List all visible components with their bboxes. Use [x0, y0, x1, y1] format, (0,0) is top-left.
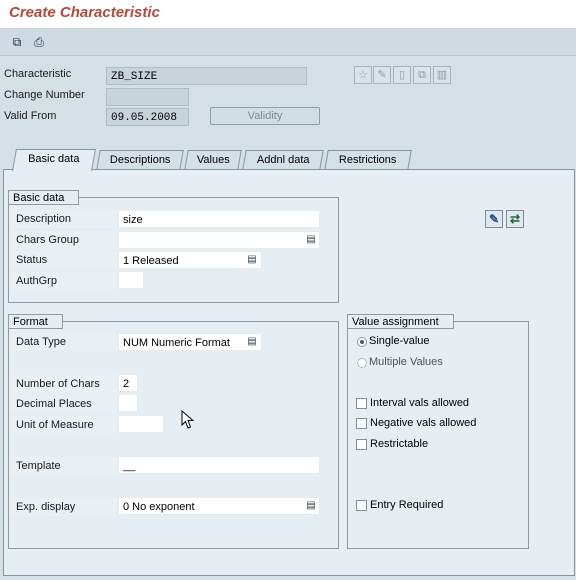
tab-label: Addnl data	[256, 154, 310, 166]
format-group-title: Format	[8, 314, 63, 329]
new-document-icon[interactable]: ▯	[393, 66, 411, 84]
basic-data-group-title: Basic data	[8, 190, 80, 205]
mouse-cursor-icon	[181, 410, 195, 429]
entry-required-checkbox[interactable]	[356, 500, 367, 511]
description-label: Description	[11, 210, 117, 228]
screen-title: Create Characteristic	[9, 4, 160, 21]
change-number-label: Change Number	[4, 89, 85, 101]
negative-vals-checkbox[interactable]	[356, 418, 367, 429]
value-help-icon[interactable]: ▤	[247, 253, 257, 267]
number-of-chars-label: Number of Chars	[11, 375, 117, 393]
description-field[interactable]: size	[118, 210, 320, 228]
interval-vals-checkbox[interactable]	[356, 398, 367, 409]
exp-display-label: Exp. display	[11, 498, 117, 516]
copy-icon[interactable]: ⧉	[413, 66, 431, 84]
negative-vals-label: Negative vals allowed	[370, 417, 477, 429]
interval-vals-label: Interval vals allowed	[370, 397, 470, 409]
tab-label: Descriptions	[109, 154, 171, 166]
multiple-values-label: Multiple Values	[369, 356, 443, 368]
value-help-icon[interactable]: ▤	[306, 233, 316, 247]
authgrp-label: AuthGrp	[11, 272, 117, 290]
template-field[interactable]: __	[118, 456, 320, 474]
unit-of-measure-label: Unit of Measure	[11, 416, 117, 434]
tab-values[interactable]: Values	[184, 150, 242, 170]
tab-addnl-data[interactable]: Addnl data	[242, 150, 324, 170]
chars-group-field[interactable]	[118, 231, 320, 249]
value-assignment-group-title: Value assignment	[347, 314, 454, 329]
characteristic-field[interactable]: ZB_SIZE	[106, 67, 307, 85]
other-object-icon[interactable]: ⧉	[8, 33, 26, 51]
single-value-label: Single-value	[369, 335, 430, 347]
tab-basic-data[interactable]: Basic data	[12, 149, 96, 171]
status-field[interactable]: 1 Released	[118, 251, 262, 269]
data-type-label: Data Type	[11, 333, 117, 351]
multiple-values-radio[interactable]	[357, 358, 367, 368]
exp-display-field[interactable]: 0 No exponent	[118, 497, 320, 515]
number-of-chars-field[interactable]: 2	[118, 374, 138, 392]
template-label: Template	[11, 457, 117, 475]
tab-descriptions[interactable]: Descriptions	[96, 150, 184, 170]
data-type-field[interactable]: NUM Numeric Format	[118, 333, 262, 351]
status-label: Status	[11, 251, 117, 269]
decimal-places-label: Decimal Places	[11, 395, 117, 413]
validity-button[interactable]: Validity	[210, 107, 320, 125]
authgrp-field[interactable]	[118, 271, 144, 289]
tab-label: Restrictions	[339, 154, 397, 166]
change-number-field[interactable]	[106, 88, 189, 106]
decimal-places-field[interactable]	[118, 394, 138, 412]
display-icon[interactable]: ☆	[354, 66, 372, 84]
unit-of-measure-field[interactable]	[118, 415, 164, 433]
delete-icon[interactable]: ▥	[433, 66, 451, 84]
characteristic-label: Characteristic	[4, 68, 72, 80]
value-help-icon[interactable]: ▤	[247, 335, 257, 349]
tab-label: Basic data	[28, 153, 80, 165]
edit-pencil-icon[interactable]: ✎	[373, 66, 391, 84]
edit-class-icon[interactable]: ✎	[485, 210, 503, 228]
refresh-icon[interactable]: ⇄	[506, 210, 524, 228]
value-help-icon[interactable]: ▤	[306, 499, 316, 513]
chars-group-label: Chars Group	[11, 231, 117, 249]
print-icon[interactable]: ⎙	[30, 33, 48, 51]
restrictable-checkbox[interactable]	[356, 439, 367, 450]
application-toolbar	[0, 29, 576, 56]
valid-from-label: Valid From	[4, 110, 57, 122]
valid-from-field[interactable]: 09.05.2008	[106, 108, 189, 126]
tab-restrictions[interactable]: Restrictions	[324, 150, 412, 170]
tab-label: Values	[196, 154, 230, 166]
entry-required-label: Entry Required	[370, 499, 444, 511]
single-value-radio[interactable]	[357, 337, 367, 347]
restrictable-label: Restrictable	[370, 438, 429, 450]
